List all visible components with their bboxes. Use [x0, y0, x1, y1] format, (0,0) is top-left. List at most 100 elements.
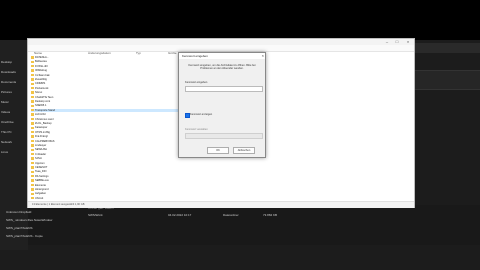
column-name[interactable]: Name: [34, 51, 42, 55]
row-name: CALPREBV.BAS: [35, 139, 55, 143]
table-row[interactable]: Sirevc: [31, 91, 181, 94]
folder-icon: [31, 144, 34, 147]
table-row[interactable]: ZLOL_Backup: [31, 122, 181, 125]
table-row[interactable]: SEWA.Bio: [31, 148, 181, 151]
cancel-button[interactable]: Abbrechen: [233, 147, 255, 154]
folder-icon: [31, 170, 34, 173]
table-row[interactable]: Aufgaben: [31, 192, 181, 195]
folder-icon: [31, 192, 34, 195]
row-name: SJSnt: [35, 157, 42, 161]
table-row[interactable]: CoTeam.bak: [31, 74, 181, 77]
folder-icon: [31, 91, 34, 94]
list-item[interactable]: SWS_plan/TALENS - Kopie: [6, 234, 43, 240]
row-name: Rb-Settings: [35, 174, 49, 178]
row-name: C.Reader: [35, 152, 47, 156]
table-row[interactable]: Kaisetoper: [31, 126, 181, 129]
status-text: 13 Elemente | 1 Element ausgewählt 1,90 …: [32, 203, 85, 206]
folder-icon: [31, 179, 34, 182]
lower-row-type: Dateiordner: [223, 213, 239, 217]
column-date[interactable]: Änderungsdatum: [88, 51, 111, 55]
sidebar-item[interactable]: Linux: [1, 150, 27, 156]
row-name: Elemente: [35, 183, 46, 187]
table-row[interactable]: Desktop cont: [31, 100, 181, 103]
row-name: ChrisLinux.xaml: [35, 117, 54, 121]
table-row[interactable]: Rb-Settings: [31, 175, 181, 178]
sidebar-item[interactable]: Network: [1, 140, 27, 146]
sidebar-item[interactable]: OneDrive: [1, 120, 27, 126]
table-row[interactable]: SNEW5.1: [31, 104, 181, 107]
row-name: Uhrzeit: [35, 196, 44, 200]
folder-icon: [31, 104, 34, 107]
table-row[interactable]: SEBBle.exe: [31, 179, 181, 182]
table-row[interactable]: C.Reader: [31, 153, 181, 156]
table-row[interactable]: CDIMRS: [31, 82, 181, 85]
table-row[interactable]: Uppcom: [31, 162, 181, 165]
sidebar-item[interactable]: Desktop: [1, 60, 27, 66]
manage-label: Kennwort verwalten: [185, 128, 208, 131]
sidebar-item[interactable]: This PC: [1, 130, 27, 136]
table-row[interactable]: IDSDebug: [31, 69, 181, 72]
folder-icon: [31, 56, 34, 59]
folder-icon: [31, 139, 34, 143]
table-row[interactable]: Elemente: [31, 184, 181, 187]
sidebar-item[interactable]: Downloads: [1, 70, 27, 76]
folder-icon: [31, 78, 34, 81]
table-row[interactable]: ChatGPTa Teen: [31, 96, 181, 99]
sidebar-item[interactable]: Music: [1, 100, 27, 106]
row-name: IDSDebug: [35, 69, 47, 73]
folder-icon: [31, 64, 34, 68]
checkbox-label: Kennwort anzeigen: [190, 113, 213, 116]
folder-icon: [31, 60, 34, 63]
row-name: Tsaa_DIO: [35, 170, 47, 174]
row-name: Uppcom: [35, 161, 45, 165]
folder-icon: [31, 166, 34, 169]
sidebar-item[interactable]: Documents: [1, 80, 27, 86]
folder-icon: [31, 135, 34, 138]
row-name: OTRS.ini.Big: [35, 130, 50, 134]
list-item[interactable]: SWS_plan/TALENS: [6, 226, 32, 232]
table-row[interactable]: Tsaa_DIO: [31, 170, 181, 173]
folder-icon: [31, 95, 34, 99]
table-row[interactable]: Transporte Stand: [31, 108, 181, 113]
folder-icon: [31, 188, 34, 191]
list-item[interactable]: Unknown Dropfield: [6, 210, 31, 216]
list-item[interactable]: SWS_ windows.files.NotesWindow: [6, 218, 52, 224]
folder-icon: [31, 117, 34, 121]
folder-icon: [31, 82, 34, 85]
close-icon[interactable]: ×: [262, 53, 264, 59]
table-row[interactable]: Lindsayer: [31, 144, 181, 147]
folder-icon: [31, 69, 34, 72]
table-row[interactable]: PocketLock: [31, 87, 181, 90]
row-name: CDIMRS: [35, 82, 46, 86]
row-name: D.E.D.Engl: [35, 135, 48, 139]
table-row[interactable]: SJSnt: [31, 157, 181, 160]
table-row[interactable]: CESESOT: [31, 166, 181, 169]
column-type[interactable]: Typ: [136, 51, 141, 55]
manage-password-field[interactable]: [185, 133, 263, 139]
table-row[interactable]: DATENLA...: [31, 56, 181, 59]
table-row[interactable]: D.E.D.Engl: [31, 135, 181, 138]
table-row[interactable]: Hintergrund: [31, 188, 181, 191]
folder-icon: [31, 100, 34, 103]
row-name: Hintergrund: [35, 188, 49, 191]
row-name: SEBBle.exe: [35, 179, 49, 183]
table-row[interactable]: BoDeerea: [31, 60, 181, 63]
folder-icon: [31, 152, 34, 156]
folder-icon: [31, 108, 34, 112]
table-row[interactable]: ChrisLinux.xaml: [31, 118, 181, 121]
sidebar-item[interactable]: Pictures: [1, 90, 27, 96]
table-row[interactable]: Uhrzeit: [31, 197, 181, 200]
row-name: Lindsayer: [35, 144, 47, 147]
table-row[interactable]: OTRS.ini.Big: [31, 131, 181, 134]
table-row[interactable]: LtchnOld: [31, 113, 181, 116]
table-row[interactable]: Zusatzbilg: [31, 78, 181, 81]
background-details-panel: [412, 70, 480, 90]
folder-icon: [31, 196, 34, 200]
table-row[interactable]: CALPREBV.BAS: [31, 140, 181, 143]
password-dialog: Kennwort eingeben × Kennwort eingeben, u…: [178, 52, 266, 158]
password-input[interactable]: [185, 86, 263, 92]
table-row[interactable]: FOSSL.dill: [31, 65, 181, 68]
column-size[interactable]: Größe: [168, 51, 177, 55]
sidebar-item[interactable]: Videos: [1, 110, 27, 116]
ok-button[interactable]: OK: [207, 147, 229, 154]
